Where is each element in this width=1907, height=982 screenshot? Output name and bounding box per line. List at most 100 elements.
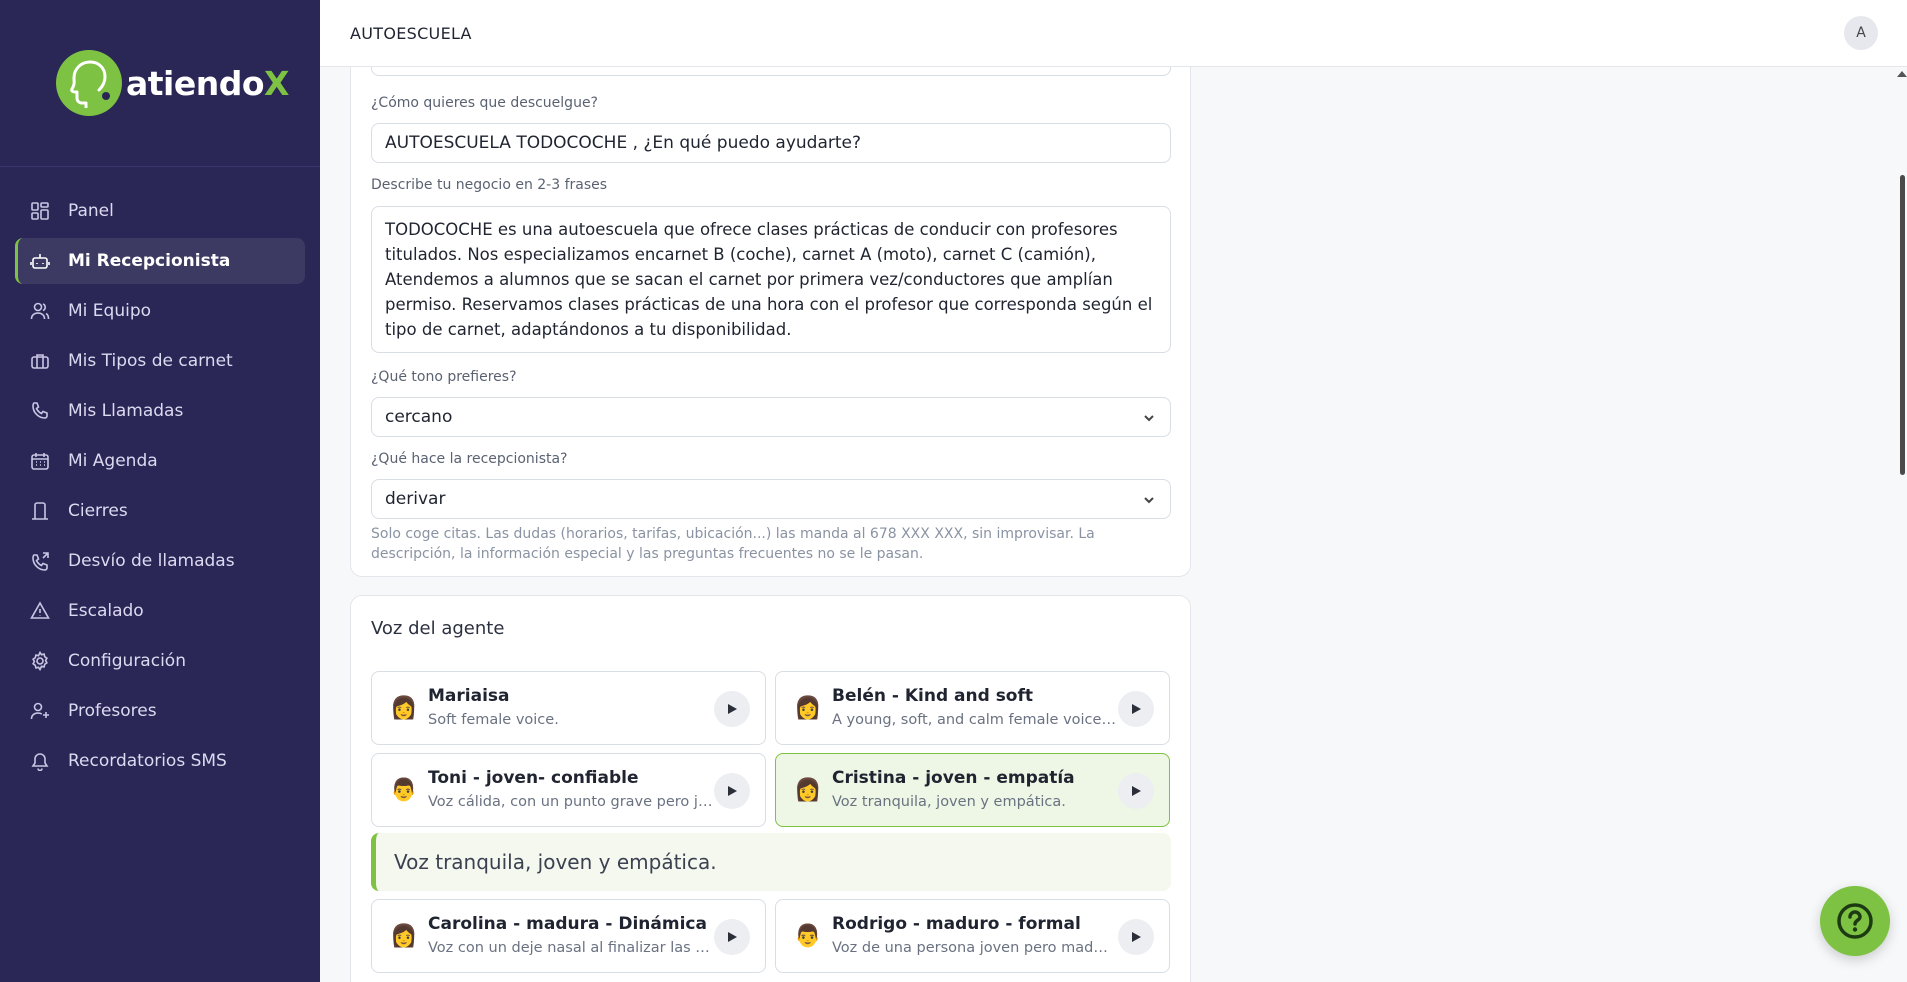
receptionist-role-select[interactable]: derivar: [371, 479, 1171, 519]
phone-icon: [32, 402, 48, 419]
play-icon: [728, 932, 737, 942]
sidebar-nav: Panel Mi Recepcionista Mi Equipo Mis Tip…: [15, 188, 305, 788]
receptionist-role-select-value: derivar: [385, 489, 446, 509]
woman-avatar-icon: 👩: [390, 696, 418, 721]
sidebar-item-mi-equipo[interactable]: Mi Equipo: [15, 288, 305, 334]
voice-name: Mariaisa: [428, 686, 510, 706]
sidebar-item-label: Panel: [68, 201, 114, 221]
play-button[interactable]: [1118, 691, 1154, 727]
voice-name: Toni - joven- confiable: [428, 768, 639, 788]
sidebar-item-panel[interactable]: Panel: [15, 188, 305, 234]
bot-icon: [30, 254, 50, 269]
voice-option-mariaisa[interactable]: 👩 Mariaisa Soft female voice.: [371, 671, 766, 745]
user-plus-icon: [30, 702, 49, 720]
users-icon: [30, 302, 50, 320]
sidebar-item-cierres[interactable]: Cierres: [15, 488, 305, 534]
voice-option-belen[interactable]: 👩 Belén - Kind and soft A young, soft, a…: [775, 671, 1170, 745]
sidebar-item-label: Mi Agenda: [68, 451, 158, 471]
voice-option-toni[interactable]: 👨 Toni - joven- confiable Voz cálida, co…: [371, 753, 766, 827]
grid-icon: [31, 202, 49, 220]
help-icon: [1837, 903, 1873, 939]
greeting-label: ¿Cómo quieres que descuelgue?: [371, 95, 598, 111]
business-description-textarea[interactable]: TODOCOCHE es una autoescuela que ofrece …: [371, 206, 1171, 353]
logo-head-icon: [56, 50, 122, 116]
gear-icon: [32, 651, 48, 671]
chevron-down-icon: [1142, 410, 1156, 424]
voice-name: Belén - Kind and soft: [832, 686, 1034, 706]
play-button[interactable]: [1118, 773, 1154, 809]
alert-triangle-icon: [30, 601, 50, 619]
sidebar-item-label: Desvío de llamadas: [68, 551, 235, 571]
receptionist-role-helper: Solo coge citas. Las dudas (horarios, ta…: [371, 526, 1095, 562]
sidebar-item-mi-recepcionista[interactable]: Mi Recepcionista: [15, 238, 305, 284]
sidebar-item-profesores[interactable]: Profesores: [15, 688, 305, 734]
play-button[interactable]: [714, 691, 750, 727]
tone-label: ¿Qué tono prefieres?: [371, 369, 517, 385]
bell-icon: [31, 753, 49, 771]
receptionist-role-label: ¿Qué hace la recepcionista?: [371, 451, 568, 467]
sidebar-item-recordatorios-sms[interactable]: Recordatorios SMS: [15, 738, 305, 784]
woman-avatar-icon: 👩: [794, 778, 822, 803]
voice-name: Rodrigo - maduro - formal: [832, 914, 1081, 934]
voice-description: Voz con un deje nasal al finalizar las p…: [428, 940, 713, 956]
voice-description: Voz tranquila, joven y empática.: [832, 794, 1066, 810]
man-avatar-icon: 👨: [794, 924, 822, 949]
tone-select-value: cercano: [385, 407, 453, 427]
logo[interactable]: atiendoX: [0, 0, 320, 167]
woman-avatar-icon: 👩: [794, 696, 822, 721]
previous-field-input[interactable]: [371, 67, 1171, 76]
sidebar-item-label: Recordatorios SMS: [68, 751, 227, 771]
man-avatar-icon: 👨: [390, 778, 418, 803]
voice-section-title: Voz del agente: [371, 618, 505, 639]
scrollbar-thumb[interactable]: [1900, 175, 1905, 475]
play-button[interactable]: [1118, 919, 1154, 955]
sidebar-item-mis-tipos-de-carnet[interactable]: Mis Tipos de carnet: [15, 338, 305, 384]
greeting-input[interactable]: AUTOESCUELA TODOCOCHE , ¿En qué puedo ay…: [371, 123, 1171, 163]
sidebar-item-label: Profesores: [68, 701, 157, 721]
play-icon: [1132, 932, 1141, 942]
voice-option-rodrigo[interactable]: 👨 Rodrigo - maduro - formal Voz de una p…: [775, 899, 1170, 973]
main-content: ¿Cómo quieres que descuelgue? AUTOESCUEL…: [320, 67, 1907, 982]
chevron-down-icon: [1142, 492, 1156, 506]
business-description-label: Describe tu negocio en 2-3 frases: [371, 177, 608, 193]
sidebar-item-label: Mi Recepcionista: [68, 251, 231, 271]
tone-select[interactable]: cercano: [371, 397, 1171, 437]
sidebar-item-label: Escalado: [68, 601, 144, 621]
play-icon: [1132, 786, 1141, 796]
sidebar-item-label: Mi Equipo: [68, 301, 152, 321]
sidebar-item-label: Mis Llamadas: [68, 401, 184, 421]
sidebar-item-label: Cierres: [68, 501, 128, 521]
topbar: AUTOESCUELA A: [320, 0, 1907, 67]
voice-name: Carolina - madura - Dinámica: [428, 914, 707, 934]
sidebar-item-desvio-de-llamadas[interactable]: Desvío de llamadas: [15, 538, 305, 584]
help-button[interactable]: [1820, 886, 1890, 956]
voice-description: Voz cálida, con un punto grave pero ju..…: [428, 794, 713, 810]
sidebar-item-label: Configuración: [68, 651, 186, 671]
play-icon: [1132, 704, 1141, 714]
sidebar-item-mis-llamadas[interactable]: Mis Llamadas: [15, 388, 305, 434]
play-icon: [728, 704, 737, 714]
avatar[interactable]: A: [1844, 16, 1878, 50]
main-scrollbar[interactable]: [1897, 67, 1907, 982]
voice-option-cristina[interactable]: 👩 Cristina - joven - empatía Voz tranqui…: [775, 753, 1170, 827]
voice-description: Voz de una persona joven pero madur...: [832, 940, 1117, 956]
woman-avatar-icon: 👩: [390, 924, 418, 949]
calendar-icon: [31, 453, 49, 470]
page-title: AUTOESCUELA: [350, 23, 472, 43]
receptionist-settings-card: ¿Cómo quieres que descuelgue? AUTOESCUEL…: [350, 67, 1191, 577]
sidebar-item-escalado[interactable]: Escalado: [15, 588, 305, 634]
sidebar: atiendoX Panel Mi Recepcionista Mi Equip…: [0, 0, 320, 982]
closed-icon: [32, 502, 48, 520]
play-icon: [728, 786, 737, 796]
voice-name: Cristina - joven - empatía: [832, 768, 1075, 788]
sidebar-item-mi-agenda[interactable]: Mi Agenda: [15, 438, 305, 484]
logo-wordmark: atiendoX: [126, 63, 289, 103]
voice-option-carolina[interactable]: 👩 Carolina - madura - Dinámica Voz con u…: [371, 899, 766, 973]
voice-description: A young, soft, and calm female voice w..…: [832, 712, 1117, 728]
selected-voice-preview: Voz tranquila, joven y empática.: [371, 833, 1171, 891]
phone-forward-icon: [32, 552, 49, 571]
sidebar-item-configuracion[interactable]: Configuración: [15, 638, 305, 684]
play-button[interactable]: [714, 919, 750, 955]
play-button[interactable]: [714, 773, 750, 809]
scroll-up-arrow-icon[interactable]: [1897, 71, 1907, 77]
